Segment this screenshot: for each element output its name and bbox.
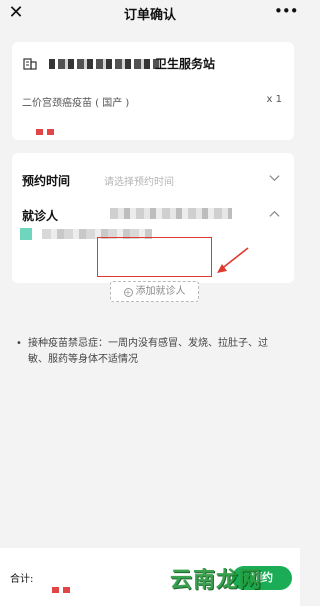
chevron-down-icon[interactable] [269, 172, 280, 183]
vaccination-notes: • 接种疫苗禁忌症：一周内没有感冒、发烧、拉肚子、过敏、服药等身体不适情况 [16, 336, 286, 368]
add-patient-label: 添加就诊人 [135, 286, 186, 297]
top-bar: ✕ 订单确认 ••• [0, 0, 300, 28]
redacted-station-name [49, 59, 159, 69]
more-options-icon[interactable]: ••• [274, 2, 299, 22]
annotation-highlight-box [97, 237, 212, 277]
redacted-price [36, 120, 60, 135]
vaccine-name: 二价宫颈癌疫苗 ( 国产 ) [22, 98, 130, 109]
annotation-arrow [217, 247, 249, 273]
redacted-patient-summary [110, 208, 232, 219]
patient-label: 就诊人 [22, 209, 59, 223]
patient-avatar [20, 228, 32, 240]
order-card: 卫生服务站 二价宫颈癌疫苗 ( 国产 ) x 1 [12, 42, 294, 140]
appointment-time-picker[interactable]: 请选择预约时间 [104, 173, 174, 188]
notes-text: 接种疫苗禁忌症：一周内没有感冒、发烧、拉肚子、过敏、服药等身体不适情况 [28, 338, 268, 365]
add-patient-button[interactable]: + 添加就诊人 [110, 281, 199, 302]
vaccine-quantity: x 1 [266, 94, 282, 105]
chevron-up-icon[interactable] [269, 209, 280, 220]
appointment-time-label: 预约时间 [22, 174, 71, 188]
total-label: 合计: [10, 574, 34, 585]
page-title: 订单确认 [123, 8, 176, 23]
redacted-total [52, 578, 76, 593]
bullet-icon: • [16, 338, 22, 349]
building-icon [23, 58, 37, 70]
watermark: 云南龙网 [170, 568, 263, 593]
station-row: 卫生服务站 [23, 55, 273, 73]
plus-circle-icon: + [123, 288, 133, 297]
station-name: 卫生服务站 [155, 57, 216, 71]
